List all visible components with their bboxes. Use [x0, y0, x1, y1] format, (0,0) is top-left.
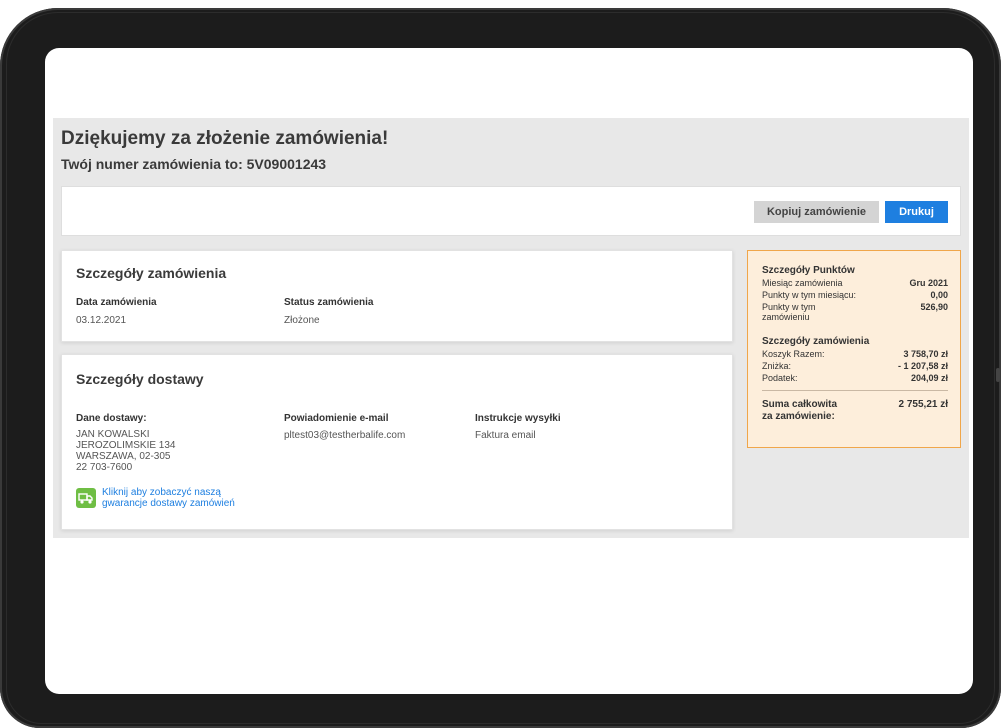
discount-value: - 1 207,58 zł	[897, 361, 948, 371]
points-title: Szczegóły Punktów	[762, 265, 855, 276]
points-month-value: Gru 2021	[909, 278, 948, 288]
delivery-guarantee-link[interactable]: Kliknij aby zobaczyć naszą gwarancje dos…	[76, 487, 252, 509]
order-details-title: Szczegóły zamówienia	[76, 265, 227, 281]
order-details-card: Szczegóły zamówienia Data zamówienia 03.…	[61, 250, 733, 342]
points-this-month-value: 0,00	[930, 290, 948, 300]
order-confirmation-page: Dziękujemy za złożenie zamówienia! Twój …	[53, 118, 969, 538]
tablet-screen: Dziękujemy za złożenie zamówienia! Twój …	[45, 48, 973, 694]
points-this-month-label: Punkty w tym miesiącu:	[762, 290, 857, 300]
points-this-order-row: Punkty w tym zamówieniu 526,90	[762, 302, 948, 324]
points-month-label: Miesiąc zamówienia	[762, 278, 843, 288]
delivery-truck-icon	[76, 488, 96, 508]
delivery-address: JAN KOWALSKI JEROZOLIMSKIE 134 WARSZAWA,…	[76, 429, 175, 473]
delivery-details-card: Szczegóły dostawy Dane dostawy: JAN KOWA…	[61, 354, 733, 530]
email-notification-label: Powiadomienie e-mail	[284, 413, 389, 424]
discount-label: Zniżka:	[762, 361, 792, 371]
shipping-instructions-label: Instrukcje wysyłki	[475, 413, 561, 424]
email-notification-value: pltest03@testherbalife.com	[284, 430, 406, 441]
points-summary-box: Szczegóły Punktów Miesiąc zamówienia Gru…	[747, 250, 961, 448]
shipping-instructions-value: Faktura email	[475, 430, 536, 441]
points-this-order-label-line2: zamówieniu	[762, 312, 810, 322]
order-date-label: Data zamówienia	[76, 297, 157, 308]
points-this-order-label-line1: Punkty w tym	[762, 302, 816, 312]
page-title: Dziękujemy za złożenie zamówienia!	[61, 128, 389, 149]
address-line: JAN KOWALSKI	[76, 429, 150, 440]
summary-title: Szczegóły zamówienia	[762, 336, 870, 347]
order-status-value: Złożone	[284, 315, 320, 326]
address-line: JEROZOLIMSKIE 134	[76, 440, 176, 451]
cart-total-value: 3 758,70 zł	[903, 349, 948, 359]
cart-total-label: Koszyk Razem:	[762, 349, 825, 359]
copy-order-button[interactable]: Kopiuj zamówienie	[754, 201, 879, 223]
tablet-frame: Dziękujemy za złożenie zamówienia! Twój …	[0, 8, 1001, 728]
order-number: Twój numer zamówienia to: 5V09001243	[61, 156, 327, 172]
points-this-order-value: 526,90	[920, 302, 948, 312]
order-date-value: 03.12.2021	[76, 315, 127, 326]
grand-total-value: 2 755,21 zł	[898, 399, 948, 410]
actions-bar: Kopiuj zamówienie Drukuj	[61, 186, 961, 236]
delivery-guarantee-text[interactable]: Kliknij aby zobaczyć naszą gwarancje dos…	[102, 487, 252, 509]
points-this-order-label: Punkty w tym zamówieniu	[762, 302, 816, 322]
delivery-address-label: Dane dostawy:	[76, 413, 147, 424]
address-line: 22 703-7600	[76, 462, 133, 473]
summary-divider	[762, 390, 948, 391]
address-line: WARSZAWA, 02-305	[76, 451, 171, 462]
grand-total-label: Suma całkowita za zamówienie:	[762, 399, 837, 423]
tax-value: 204,09 zł	[910, 373, 948, 383]
grand-total-row: Suma całkowita za zamówienie: 2 755,21 z…	[762, 399, 948, 423]
grand-total-label-line1: Suma całkowita	[762, 399, 838, 410]
tablet-side-button	[996, 368, 1000, 382]
delivery-details-title: Szczegóły dostawy	[76, 371, 204, 387]
tax-label: Podatek:	[762, 373, 798, 383]
order-status-label: Status zamówienia	[284, 297, 374, 308]
print-button[interactable]: Drukuj	[885, 201, 948, 223]
grand-total-label-line2: za zamówienie:	[762, 411, 835, 422]
